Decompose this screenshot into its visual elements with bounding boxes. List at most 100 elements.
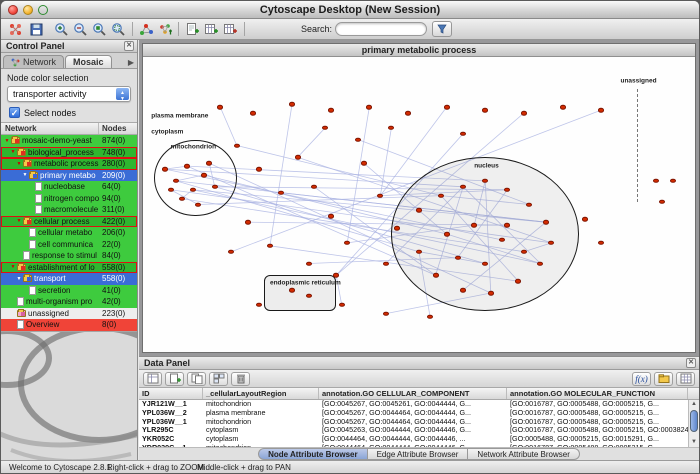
network-node[interactable] bbox=[289, 288, 295, 293]
network-node[interactable] bbox=[405, 111, 411, 116]
network-node[interactable] bbox=[482, 179, 488, 184]
network-node[interactable] bbox=[548, 241, 554, 246]
network-node[interactable] bbox=[234, 143, 240, 148]
tree-row[interactable]: ▼primary metabo209(0) bbox=[1, 170, 137, 182]
import-network-icon[interactable] bbox=[184, 21, 201, 38]
data-panel-close-icon[interactable]: ✕ bbox=[686, 358, 696, 368]
network-node[interactable] bbox=[217, 105, 223, 110]
network-node[interactable] bbox=[328, 108, 334, 113]
search-options-icon[interactable] bbox=[432, 21, 452, 37]
expander-icon[interactable]: ▼ bbox=[3, 138, 11, 144]
network-node[interactable] bbox=[306, 261, 312, 266]
tree-row[interactable]: ▼transport558(0) bbox=[1, 273, 137, 285]
zoom-fit-icon[interactable] bbox=[91, 21, 108, 38]
network-node[interactable] bbox=[184, 164, 190, 169]
tab-mosaic[interactable]: Mosaic bbox=[65, 55, 112, 68]
network-node[interactable] bbox=[582, 217, 588, 222]
tree-row[interactable]: ▼cellular process422(0) bbox=[1, 216, 137, 228]
expander-icon[interactable]: ▼ bbox=[15, 218, 23, 224]
tree-col-nodes[interactable]: Nodes bbox=[99, 123, 137, 134]
network-node[interactable] bbox=[537, 261, 543, 266]
expander-icon[interactable]: ▼ bbox=[15, 276, 23, 282]
network-node[interactable] bbox=[344, 241, 350, 246]
import-attributes-icon[interactable] bbox=[222, 21, 239, 38]
tree-row[interactable]: ▼metabolic process280(0) bbox=[1, 158, 137, 170]
network-node[interactable] bbox=[179, 196, 185, 201]
network-node[interactable] bbox=[460, 131, 466, 136]
tree-row[interactable]: multi-organism pro42(0) bbox=[1, 296, 137, 308]
network-node[interactable] bbox=[228, 249, 234, 254]
tree-row[interactable]: Overview8(0) bbox=[1, 319, 137, 331]
network-node[interactable] bbox=[388, 126, 394, 131]
network-node[interactable] bbox=[598, 108, 604, 113]
network-node[interactable] bbox=[173, 179, 179, 184]
network-node[interactable] bbox=[190, 188, 196, 193]
tree-row[interactable]: ▼mosaic-demo-yeast874(0) bbox=[1, 135, 137, 147]
network-node[interactable] bbox=[256, 303, 262, 308]
network-node[interactable] bbox=[521, 249, 527, 254]
network-node[interactable] bbox=[394, 226, 400, 231]
search-input[interactable] bbox=[335, 22, 427, 36]
network-node[interactable] bbox=[526, 202, 532, 207]
control-panel-close-icon[interactable]: ✕ bbox=[124, 41, 134, 51]
zoom-out-icon[interactable] bbox=[72, 21, 89, 38]
scroll-up-icon[interactable]: ▲ bbox=[689, 400, 699, 409]
network-node[interactable] bbox=[322, 126, 328, 131]
table-row[interactable]: YDR039C__1mitochondrion[GO:0044464, GO:0… bbox=[139, 444, 699, 447]
network-node[interactable] bbox=[515, 279, 521, 284]
network-window-titlebar[interactable]: primary metabolic process bbox=[143, 44, 695, 57]
expander-icon[interactable]: ▼ bbox=[9, 149, 17, 155]
network-node[interactable] bbox=[278, 190, 284, 195]
scroll-down-icon[interactable]: ▼ bbox=[689, 438, 699, 447]
network-node[interactable] bbox=[455, 255, 461, 260]
network-node[interactable] bbox=[168, 188, 174, 193]
table-row[interactable]: YKR052Ccytoplasm[GO:0044464, GO:0044444,… bbox=[139, 435, 699, 444]
tree-row[interactable]: cellular metabo206(0) bbox=[1, 227, 137, 239]
network-node[interactable] bbox=[444, 232, 450, 237]
network-node[interactable] bbox=[482, 108, 488, 113]
tree-row[interactable]: response to stimul84(0) bbox=[1, 250, 137, 262]
network-node[interactable] bbox=[488, 291, 494, 296]
network-node[interactable] bbox=[256, 167, 262, 172]
table-scrollbar[interactable]: ▲ ▼ bbox=[688, 400, 699, 447]
network-node[interactable] bbox=[433, 273, 439, 278]
network-canvas[interactable]: plasma membrane cytoplasm mitochondrion … bbox=[143, 57, 695, 352]
formula-builder-icon[interactable]: f(x) bbox=[632, 372, 651, 386]
attribute-folder-icon[interactable] bbox=[654, 372, 673, 386]
column-header-region[interactable]: _cellularLayoutRegion bbox=[203, 388, 319, 399]
network-node[interactable] bbox=[267, 244, 273, 249]
network-node[interactable] bbox=[383, 311, 389, 316]
network-node[interactable] bbox=[653, 179, 659, 184]
network-node[interactable] bbox=[659, 199, 665, 204]
network-node[interactable] bbox=[250, 111, 256, 116]
tree-row[interactable]: unassigned223(0) bbox=[1, 308, 137, 320]
network-node[interactable] bbox=[482, 261, 488, 266]
network-node[interactable] bbox=[339, 303, 345, 308]
table-row[interactable]: YJR121W__1mitochondrion[GO:0045267, GO:0… bbox=[139, 400, 699, 409]
expander-icon[interactable]: ▼ bbox=[9, 264, 17, 270]
tree-row[interactable]: nitrogen compo94(0) bbox=[1, 193, 137, 205]
tab-network[interactable]: Network bbox=[3, 55, 64, 68]
first-neighbors-icon[interactable] bbox=[138, 21, 155, 38]
attribute-grid-icon[interactable] bbox=[676, 372, 695, 386]
network-node[interactable] bbox=[521, 111, 527, 116]
tree-row[interactable]: cell communica22(0) bbox=[1, 239, 137, 251]
network-node[interactable] bbox=[366, 105, 372, 110]
tree-row[interactable]: ▼biological_process748(0) bbox=[1, 147, 137, 159]
color-attribute-dropdown[interactable]: transporter activity ▲▼ bbox=[7, 86, 131, 102]
copy-attribute-icon[interactable] bbox=[187, 372, 206, 386]
network-node[interactable] bbox=[206, 161, 212, 166]
network-node[interactable] bbox=[377, 193, 383, 198]
network-node[interactable] bbox=[504, 223, 510, 228]
column-header-molecular-function[interactable]: annotation.GO MOLECULAR_FUNCTION bbox=[507, 388, 688, 399]
network-node[interactable] bbox=[499, 238, 505, 243]
network-node[interactable] bbox=[306, 294, 312, 299]
network-node[interactable] bbox=[311, 185, 317, 190]
table-row[interactable]: YPL036W__1mitochondrion[GO:0045267, GO:0… bbox=[139, 418, 699, 427]
network-node[interactable] bbox=[598, 241, 604, 246]
network-node[interactable] bbox=[560, 105, 566, 110]
overview-thumbnail[interactable] bbox=[1, 331, 137, 460]
tree-col-network[interactable]: Network bbox=[1, 123, 99, 134]
expander-icon[interactable]: ▼ bbox=[21, 172, 29, 178]
network-node[interactable] bbox=[328, 214, 334, 219]
